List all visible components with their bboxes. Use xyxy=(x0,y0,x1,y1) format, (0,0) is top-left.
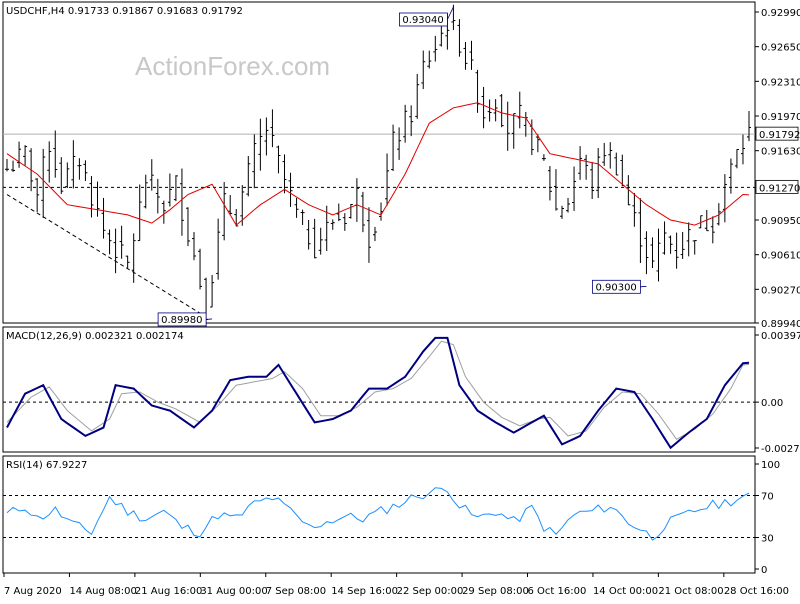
rsi-tick-label: 30 xyxy=(761,534,774,545)
macd-tick-label: 0.00397 xyxy=(761,331,800,342)
macd-tick-label: -0.002713 xyxy=(761,444,800,455)
price-tick-label: 0.91970 xyxy=(761,112,800,123)
price-tick-label: 0.90950 xyxy=(761,216,800,227)
price-tick-label: 0.92310 xyxy=(761,77,800,88)
current-price-label: 0.91792 xyxy=(759,130,800,141)
price-annotation-label: 0.93040 xyxy=(402,15,443,26)
macd-tick-label: 0.00 xyxy=(761,398,783,409)
chart-svg: ActionForex.com USDCHF,H4 0.91733 0.91867… xyxy=(2,1,800,597)
pane-frame-0 xyxy=(2,1,756,324)
x-axis-label: 14 Sep 16:00 xyxy=(331,586,398,597)
support-level-label: 0.91270 xyxy=(759,183,800,194)
price-annotation-leader xyxy=(640,285,647,288)
price-annotation-label: 0.90300 xyxy=(595,282,636,293)
price-tick-label: 0.92650 xyxy=(761,43,800,54)
x-axis-label: 21 Oct 08:00 xyxy=(658,586,723,597)
x-axis-label: 14 Aug 08:00 xyxy=(69,586,136,597)
x-axis-label: 31 Aug 00:00 xyxy=(200,586,267,597)
price-tick-label: 0.91630 xyxy=(761,147,800,158)
price-pane-title: USDCHF,H4 0.91733 0.91867 0.91683 0.9179… xyxy=(6,6,243,17)
price-tick-label: 0.90270 xyxy=(761,285,800,296)
x-axis-label: 7 Sep 08:00 xyxy=(266,586,326,597)
chart-root: ActionForex.com USDCHF,H4 0.91733 0.91867… xyxy=(0,0,800,600)
price-annotation-label: 0.89980 xyxy=(161,315,202,326)
price-tick-label: 0.89940 xyxy=(761,319,800,330)
x-axis-label: 29 Sep 08:00 xyxy=(462,586,529,597)
rsi-tick-label: 0 xyxy=(761,565,767,576)
macd-pane-title: MACD(12,26,9) 0.002321 0.002174 xyxy=(6,331,184,342)
x-axis-label: 14 Oct 00:00 xyxy=(593,586,658,597)
rsi-pane-title: RSI(14) 67.9227 xyxy=(6,460,87,471)
price-annotation-leader xyxy=(206,318,213,320)
pane-frame-2 xyxy=(2,455,756,574)
x-axis-label: 7 Aug 2020 xyxy=(4,586,62,597)
watermark: ActionForex.com xyxy=(135,51,330,81)
x-axis-label: 22 Sep 00:00 xyxy=(397,586,464,597)
price-tick-label: 0.92990 xyxy=(761,8,800,19)
rsi-tick-label: 70 xyxy=(761,492,774,503)
rsi-tick-label: 100 xyxy=(761,460,780,471)
x-axis-label: 28 Oct 16:00 xyxy=(724,586,789,597)
x-axis-label: 6 Oct 16:00 xyxy=(528,586,587,597)
x-axis-label: 21 Aug 16:00 xyxy=(135,586,202,597)
price-tick-label: 0.90610 xyxy=(761,251,800,262)
